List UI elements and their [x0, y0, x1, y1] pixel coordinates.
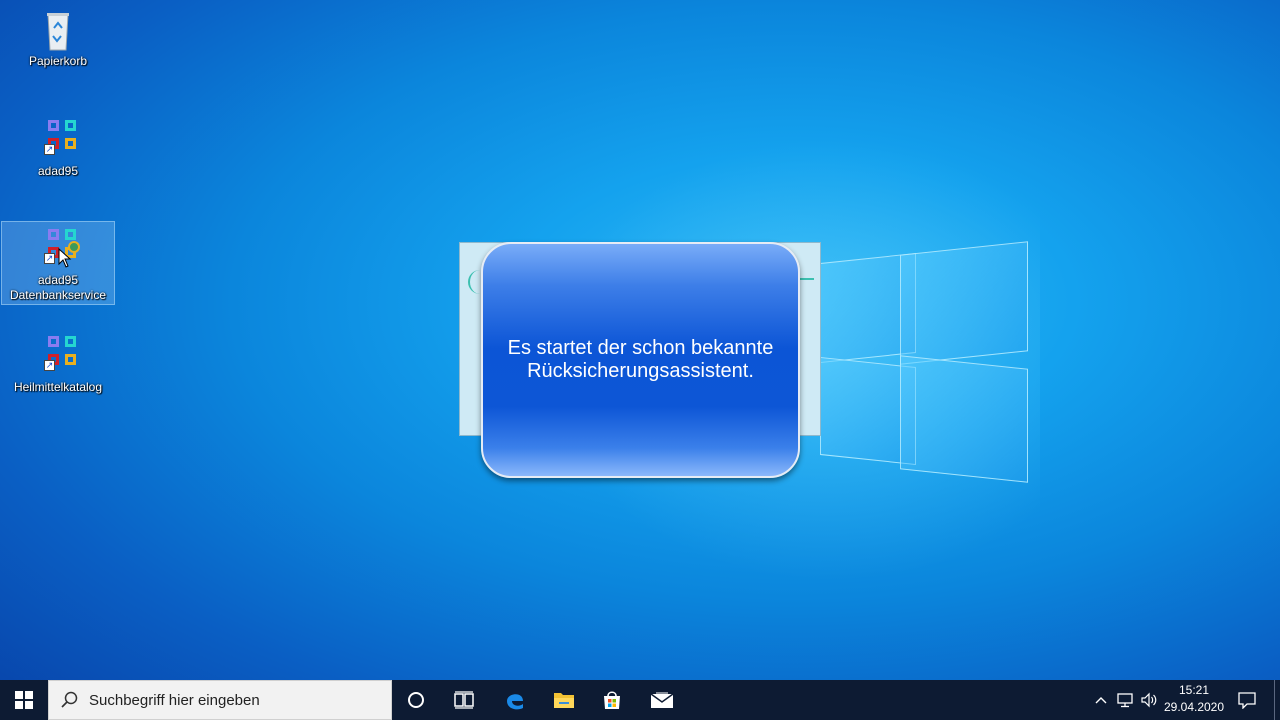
action-center-button[interactable]: [1232, 680, 1262, 720]
icon-label: Heilmittelkatalog: [13, 380, 103, 394]
store-icon: [604, 691, 620, 709]
mail-icon: [650, 692, 674, 708]
task-view-button[interactable]: [440, 680, 488, 720]
adad95-app-icon: ↗: [34, 116, 82, 164]
network-button[interactable]: [1114, 680, 1136, 720]
show-hidden-icons-button[interactable]: [1092, 680, 1110, 720]
taskbar: Suchbegriff hier eingeben 15:21 29.04.20…: [0, 680, 1280, 720]
shortcut-arrow-icon: ↗: [44, 360, 55, 371]
network-icon: [1117, 693, 1133, 708]
store-button[interactable]: [588, 680, 636, 720]
shortcut-arrow-icon: ↗: [44, 144, 55, 155]
windows-start-icon: [15, 691, 33, 709]
callout-text: Es startet der schon bekannte Rücksicher…: [507, 337, 774, 382]
mail-button[interactable]: [638, 680, 686, 720]
file-explorer-icon: [554, 693, 574, 708]
chevron-up-icon: [1095, 697, 1107, 704]
desktop-icon-heilmittelkatalog[interactable]: ↗ Heilmittelkatalog: [2, 332, 114, 400]
task-view-icon: [454, 691, 474, 709]
heilmittelkatalog-icon: ↗: [34, 332, 82, 380]
icon-label: adad95: [37, 164, 79, 178]
cortana-button[interactable]: [392, 680, 440, 720]
search-icon: [61, 691, 78, 708]
volume-button[interactable]: [1138, 680, 1160, 720]
file-explorer-button[interactable]: [540, 680, 588, 720]
icon-label: adad95 Datenbankservice: [9, 273, 107, 302]
cortana-icon: [408, 692, 424, 708]
start-button[interactable]: [0, 680, 48, 720]
clock-time: 15:21: [1178, 683, 1210, 697]
desktop: Papierkorb ↗ adad95 ↗ adad95 Datenbankse…: [0, 0, 1280, 680]
edge-button[interactable]: [491, 680, 539, 720]
clock-date: 29.04.2020: [1163, 700, 1225, 714]
desktop-icon-adad95[interactable]: ↗ adad95: [2, 116, 114, 184]
recycle-bin-icon: [34, 6, 82, 54]
icon-label: Papierkorb: [28, 54, 88, 68]
volume-icon: [1141, 692, 1157, 708]
desktop-icon-recycle-bin[interactable]: Papierkorb: [2, 6, 114, 74]
notification-icon: [1238, 692, 1256, 709]
windows-logo-wallpaper: [800, 240, 1030, 483]
tutorial-callout: Es startet der schon bekannte Rücksicher…: [481, 242, 800, 478]
show-desktop-button[interactable]: [1274, 680, 1275, 720]
shortcut-arrow-icon: ↗: [44, 253, 55, 264]
window-decoration: [800, 278, 814, 292]
taskbar-search-box[interactable]: Suchbegriff hier eingeben: [48, 680, 392, 720]
search-placeholder: Suchbegriff hier eingeben: [89, 691, 260, 709]
mouse-cursor-icon: [58, 248, 72, 268]
edge-icon: [507, 694, 523, 710]
taskbar-clock[interactable]: 15:21 29.04.2020: [1160, 682, 1228, 718]
